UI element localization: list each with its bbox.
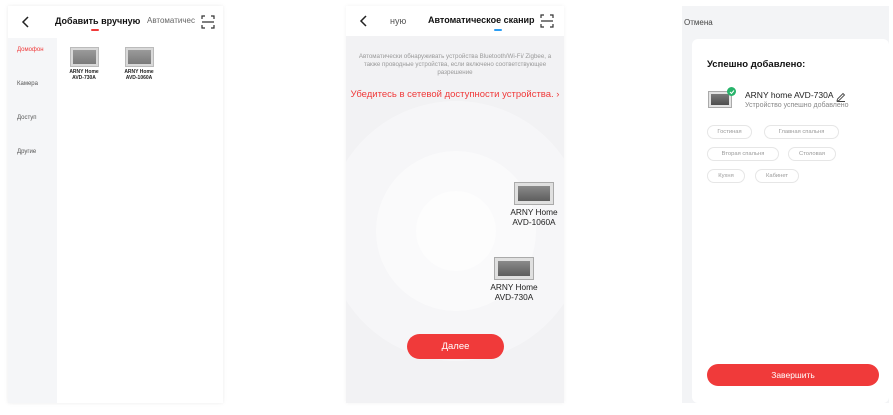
finish-button[interactable]: Завершить (707, 364, 879, 386)
app-root: Добавить вручную Автоматическое Домофон … (0, 0, 893, 415)
tab-manual-add[interactable]: Добавить вручную (55, 16, 140, 26)
next-button[interactable]: Далее (407, 334, 504, 359)
tab-manual-add[interactable]: ную (390, 16, 406, 26)
category-sidebar: Домофон Камера Доступ Другие (8, 38, 57, 403)
found-device-avd730a[interactable]: ARNY Home AVD-730A (485, 258, 543, 302)
sidebar-item-camera[interactable]: Камера (8, 72, 57, 96)
device-brand: ARNY Home (490, 282, 538, 292)
top-bar: Добавить вручную Автоматическое (8, 6, 223, 38)
device-tile-avd730a[interactable]: ARNY Home AVD-730A (60, 48, 108, 81)
room-chip-dining-room[interactable]: Столовая (788, 147, 836, 161)
scan-qr-icon[interactable] (540, 14, 554, 33)
room-chip-master-bedroom[interactable]: Главная спальня (764, 125, 839, 139)
device-label: ARNY Home AVD-1060A (115, 69, 163, 81)
active-tab-indicator (91, 29, 99, 31)
network-check-link[interactable]: Убедитесь в сетевой доступности устройст… (346, 89, 564, 100)
device-label: ARNY Home AVD-1060A (505, 207, 563, 227)
device-model: AVD-730A (72, 75, 96, 81)
scan-qr-icon[interactable] (201, 15, 215, 34)
success-title: Успешно добавлено: (707, 59, 806, 70)
back-icon[interactable] (16, 12, 36, 32)
device-tile-avd1060a[interactable]: ARNY Home AVD-1060A (115, 48, 163, 81)
room-chip-study[interactable]: Кабинет (755, 169, 799, 183)
device-model: AVD-1060A (125, 75, 153, 81)
room-chip-living-room[interactable]: Гостиная (707, 125, 752, 139)
device-model: AVD-1060A (512, 217, 556, 227)
auto-scan-screen: ную Автоматическое сканир Автоматически … (346, 6, 564, 403)
cancel-button[interactable]: Отмена (684, 18, 713, 27)
back-icon[interactable] (354, 11, 374, 31)
status-text: Устройство успешно добавлено (745, 102, 849, 109)
device-brand: ARNY Home (510, 207, 558, 217)
top-bar: ную Автоматическое сканир (346, 6, 564, 36)
radar-ring-inner (416, 191, 496, 271)
device-model: AVD-730A (494, 292, 534, 302)
check-icon (727, 87, 736, 96)
success-card: Успешно добавлено: ARNY home AVD-730A Ус… (692, 39, 889, 403)
intercom-monitor-image (125, 48, 153, 66)
device-label: ARNY Home AVD-730A (485, 282, 543, 302)
manual-add-screen: Добавить вручную Автоматическое Домофон … (8, 6, 223, 403)
device-name: ARNY home AVD-730A (745, 90, 834, 100)
intercom-monitor-image (495, 258, 533, 279)
scan-description: Автоматически обнаруживать устройства Bl… (358, 53, 552, 76)
success-screen: Отмена Успешно добавлено: ARNY home AVD-… (682, 6, 889, 403)
active-tab-indicator (494, 29, 502, 31)
device-label: ARNY Home AVD-730A (60, 69, 108, 81)
room-chip-second-bedroom[interactable]: Вторая спальня (707, 147, 779, 161)
sidebar-item-access[interactable]: Доступ (8, 106, 57, 130)
intercom-monitor-image (70, 48, 98, 66)
tab-auto-scan[interactable]: Автоматическое сканир (428, 15, 536, 25)
intercom-monitor-image (515, 183, 553, 204)
found-device-avd1060a[interactable]: ARNY Home AVD-1060A (505, 183, 563, 227)
sidebar-item-other[interactable]: Другие (8, 140, 57, 164)
room-chip-kitchen[interactable]: Кухня (707, 169, 745, 183)
sidebar-item-intercom[interactable]: Домофон (8, 38, 57, 62)
device-grid: ARNY Home AVD-730A ARNY Home AVD-1060A (57, 38, 223, 403)
tab-auto-scan[interactable]: Автоматическое (147, 16, 195, 25)
